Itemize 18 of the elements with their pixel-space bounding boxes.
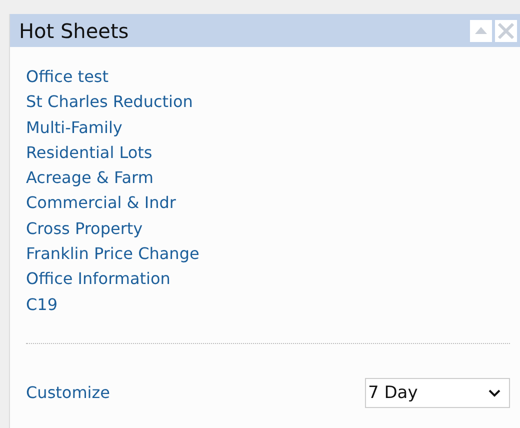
chevron-down-icon <box>488 388 501 397</box>
hot-sheet-link[interactable]: Commercial & Indr <box>26 192 176 214</box>
period-select[interactable]: 7 Day <box>365 378 510 408</box>
hot-sheet-link[interactable]: Residential Lots <box>26 142 152 163</box>
close-button[interactable] <box>495 20 517 42</box>
hot-sheet-link[interactable]: Franklin Price Change <box>26 243 200 264</box>
collapse-button[interactable] <box>470 20 492 42</box>
hot-sheet-link[interactable]: Cross Property <box>26 218 143 239</box>
customize-link[interactable]: Customize <box>26 382 110 404</box>
close-icon <box>497 22 515 40</box>
panel-title: Hot Sheets <box>19 18 130 42</box>
triangle-up-icon <box>475 27 487 34</box>
hot-sheet-link[interactable]: Acreage & Farm <box>26 167 154 188</box>
hot-sheet-link[interactable]: Multi-Family <box>26 116 122 138</box>
hot-sheet-link[interactable]: St Charles Reduction <box>26 91 193 112</box>
hot-sheet-link[interactable]: C19 <box>26 294 58 315</box>
hot-sheet-link[interactable]: Office Information <box>26 268 170 290</box>
hot-sheet-link[interactable]: Office test <box>26 66 109 87</box>
